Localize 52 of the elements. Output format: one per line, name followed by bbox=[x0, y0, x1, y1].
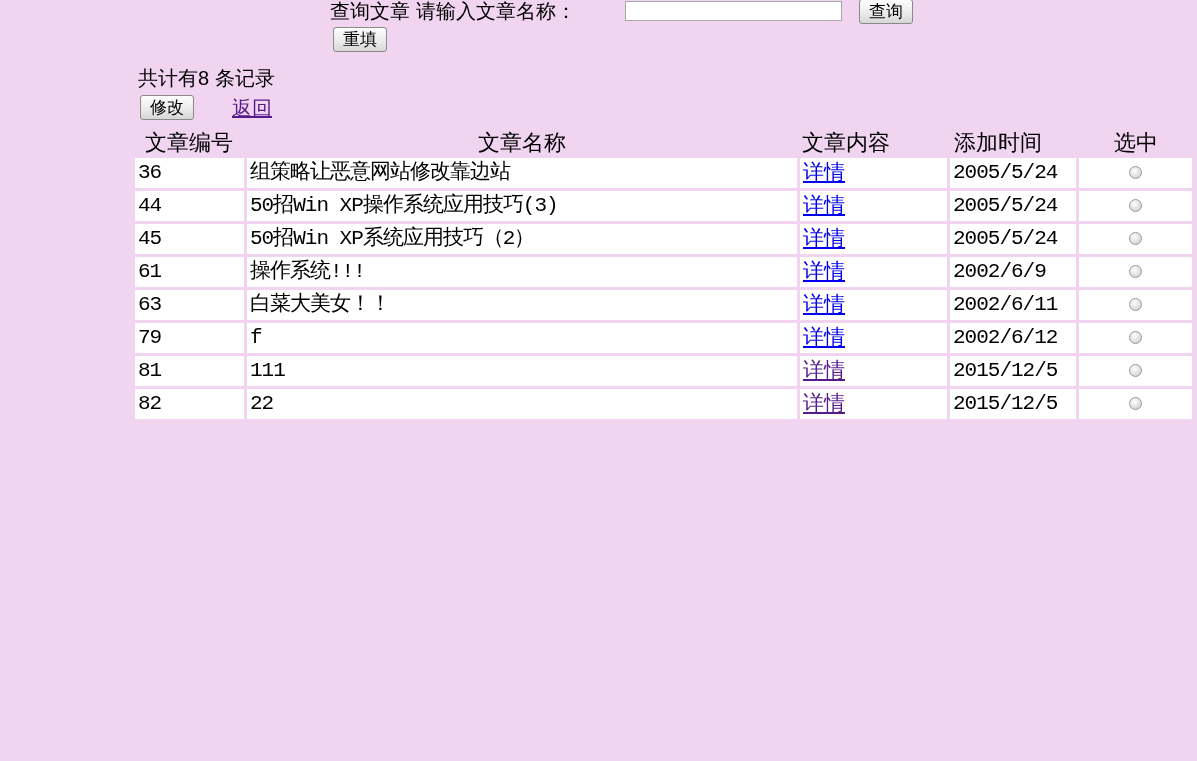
radio-button[interactable] bbox=[1129, 231, 1142, 245]
table-cell: 白菜大美女！！ bbox=[247, 290, 797, 320]
radio-button[interactable] bbox=[1129, 165, 1142, 179]
radio-button[interactable] bbox=[1129, 330, 1142, 344]
search-label: 查询文章 请输入文章名称： bbox=[330, 0, 577, 22]
detail-link[interactable]: 详情 bbox=[803, 226, 845, 249]
radio-button[interactable] bbox=[1129, 198, 1142, 212]
radio-button[interactable] bbox=[1129, 297, 1142, 311]
table-cell: 2005/5/24 bbox=[950, 158, 1076, 188]
table-cell: 79 bbox=[135, 323, 244, 353]
table-cell: 50招Win XP操作系统应用技巧(3) bbox=[247, 191, 797, 221]
table-cell: 2015/12/5 bbox=[950, 356, 1076, 386]
table-cell: 2005/5/24 bbox=[950, 191, 1076, 221]
search-button[interactable]: 查询 bbox=[859, 0, 913, 24]
table-cell: 2002/6/11 bbox=[950, 290, 1076, 320]
edit-button[interactable]: 修改 bbox=[140, 95, 194, 120]
radio-button[interactable] bbox=[1129, 363, 1142, 377]
table-cell: 111 bbox=[247, 356, 797, 386]
table-cell: 61 bbox=[135, 257, 244, 287]
column-header: 文章内容 bbox=[801, 131, 891, 155]
table-cell: 2005/5/24 bbox=[950, 224, 1076, 254]
table-cell: 44 bbox=[135, 191, 244, 221]
column-header: 文章编号 bbox=[144, 131, 234, 155]
detail-link[interactable]: 详情 bbox=[803, 391, 845, 414]
table-cell: 50招Win XP系统应用技巧（2） bbox=[247, 224, 797, 254]
detail-link[interactable]: 详情 bbox=[803, 292, 845, 315]
table-cell: 操作系统!!! bbox=[247, 257, 797, 287]
detail-link[interactable]: 详情 bbox=[803, 160, 845, 183]
reset-button[interactable]: 重填 bbox=[333, 27, 387, 52]
column-header: 文章名称 bbox=[477, 131, 567, 155]
table-cell: 81 bbox=[135, 356, 244, 386]
search-field[interactable] bbox=[625, 1, 842, 21]
back-link[interactable]: 返回 bbox=[232, 95, 272, 120]
column-header: 添加时间 bbox=[953, 131, 1043, 155]
detail-link[interactable]: 详情 bbox=[803, 325, 845, 348]
table-cell: 组策略让恶意网站修改靠边站 bbox=[247, 158, 797, 188]
table-cell: 2015/12/5 bbox=[950, 389, 1076, 419]
detail-link[interactable]: 详情 bbox=[803, 259, 845, 282]
table-cell: f bbox=[247, 323, 797, 353]
radio-button[interactable] bbox=[1129, 396, 1142, 410]
detail-link[interactable]: 详情 bbox=[803, 193, 845, 216]
table-cell: 22 bbox=[247, 389, 797, 419]
table-cell: 2002/6/9 bbox=[950, 257, 1076, 287]
detail-link[interactable]: 详情 bbox=[803, 358, 845, 381]
column-header: 选中 bbox=[1112, 131, 1159, 155]
table-cell: 45 bbox=[135, 224, 244, 254]
table-cell: 82 bbox=[135, 389, 244, 419]
record-count: 共计有8 条记录 bbox=[138, 66, 275, 90]
table-cell: 63 bbox=[135, 290, 244, 320]
table-cell: 36 bbox=[135, 158, 244, 188]
table-cell: 2002/6/12 bbox=[950, 323, 1076, 353]
radio-button[interactable] bbox=[1129, 264, 1142, 278]
